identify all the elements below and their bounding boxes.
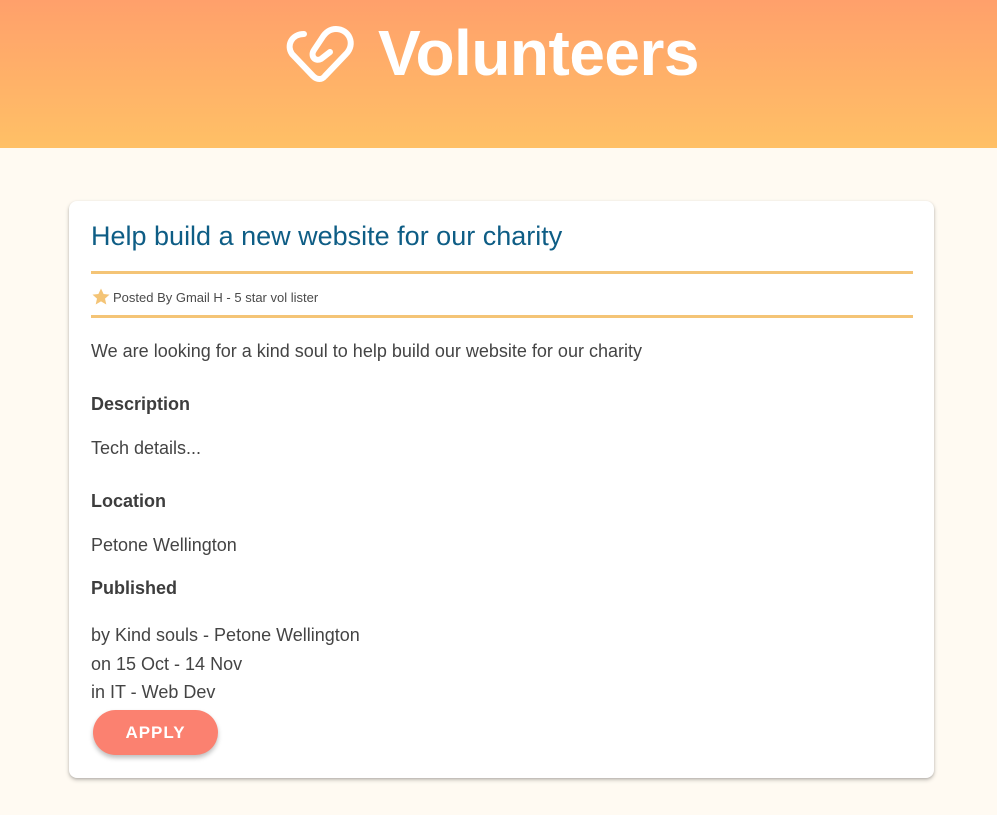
description-heading: Description [91, 394, 191, 414]
brand-title: Volunteers [378, 17, 700, 89]
published-dates: on 15 Oct - 14 Nov [91, 653, 243, 674]
star-icon [91, 287, 111, 307]
apply-button[interactable]: APPLY [93, 710, 218, 755]
opportunity-card: Help build a new website for our charity… [69, 201, 934, 778]
published-details: by Kind souls - Petone Wellington on 15 … [91, 621, 360, 707]
site-header: Volunteers [0, 0, 997, 148]
opportunity-title: Help build a new website for our charity [91, 221, 563, 251]
brand-link[interactable]: Volunteers [284, 17, 700, 89]
opportunity-summary: We are looking for a kind soul to help b… [91, 341, 642, 361]
meta-divider [91, 315, 913, 318]
published-heading: Published [91, 578, 178, 598]
heart-icon [284, 23, 360, 83]
location-heading: Location [91, 491, 166, 511]
title-divider [91, 271, 913, 274]
posted-by-text: Posted By Gmail H - 5 star vol lister [113, 289, 319, 305]
location-text: Petone Wellington [91, 535, 237, 555]
published-by: by Kind souls - Petone Wellington [91, 625, 360, 645]
published-category: in IT - Web Dev [91, 682, 216, 702]
description-text: Tech details... [91, 438, 202, 458]
posted-by-line: Posted By Gmail H - 5 star vol lister [91, 287, 318, 307]
